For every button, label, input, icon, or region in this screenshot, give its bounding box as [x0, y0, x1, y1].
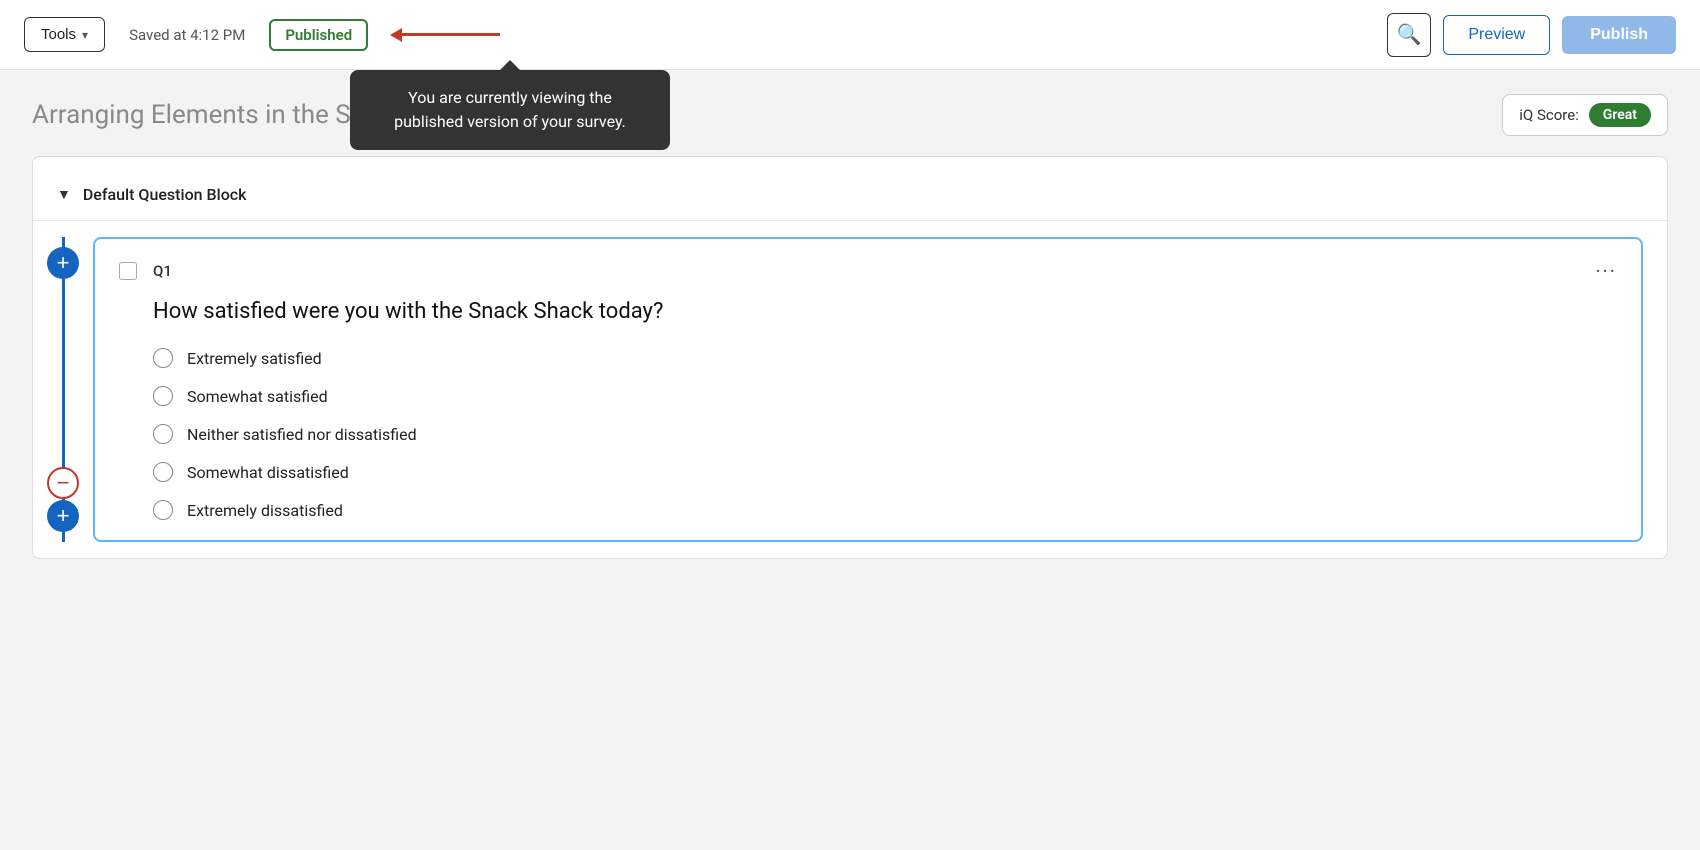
main-content: Arranging Elements in the Survey Flow iQ… — [0, 70, 1700, 583]
option-label: Somewhat dissatisfied — [187, 463, 349, 482]
question-area: + − + Q1 ··· How satisfied wer — [33, 237, 1667, 542]
more-options-button[interactable]: ··· — [1595, 259, 1617, 283]
preview-button[interactable]: Preview — [1443, 15, 1550, 55]
iq-score-label: iQ Score: — [1519, 106, 1579, 124]
option-label: Extremely dissatisfied — [187, 501, 343, 520]
chevron-down-icon: ▼ — [57, 186, 71, 203]
left-sidebar: + − + — [43, 237, 83, 542]
arrow-line — [400, 33, 500, 36]
radio-option[interactable] — [153, 348, 173, 368]
options-list: Extremely satisfied Somewhat satisfied Nei… — [119, 348, 1617, 520]
option-label: Somewhat satisfied — [187, 387, 328, 406]
search-icon: 🔍 — [1397, 22, 1422, 47]
tooltip-wrapper: You are currently viewing the published … — [350, 70, 670, 150]
remove-block-button[interactable]: − — [47, 467, 79, 499]
tools-label: Tools — [41, 26, 76, 43]
chevron-down-icon: ▾ — [82, 28, 88, 42]
question-card-left: Q1 — [119, 262, 172, 280]
list-item: Neither satisfied nor dissatisfied — [153, 424, 1617, 444]
plus-bottom-icon: + — [57, 503, 70, 529]
topbar-right: 🔍 Preview Publish — [1387, 13, 1676, 57]
iq-score-badge: Great — [1589, 103, 1651, 127]
iq-score-container: iQ Score: Great — [1502, 94, 1668, 136]
publish-button[interactable]: Publish — [1562, 16, 1676, 54]
radio-option[interactable] — [153, 386, 173, 406]
saved-text: Saved at 4:12 PM — [129, 26, 245, 44]
search-button[interactable]: 🔍 — [1387, 13, 1431, 57]
question-card-header: Q1 ··· — [119, 259, 1617, 283]
block-title: Default Question Block — [83, 185, 247, 204]
question-id: Q1 — [153, 262, 172, 280]
builder-card: ▼ Default Question Block + − + — [32, 156, 1668, 559]
block-header: ▼ Default Question Block — [33, 185, 1667, 221]
option-label: Extremely satisfied — [187, 349, 322, 368]
tooltip-box: You are currently viewing the published … — [350, 70, 670, 150]
list-item: Somewhat dissatisfied — [153, 462, 1617, 482]
radio-option[interactable] — [153, 424, 173, 444]
radio-option[interactable] — [153, 462, 173, 482]
list-item: Somewhat satisfied — [153, 386, 1617, 406]
question-checkbox[interactable] — [119, 262, 137, 280]
option-label: Neither satisfied nor dissatisfied — [187, 425, 417, 444]
topbar: Tools ▾ Saved at 4:12 PM Published 🔍 Pre… — [0, 0, 1700, 70]
question-text: How satisfied were you with the Snack Sh… — [119, 299, 1617, 324]
arrow-indicator — [400, 33, 500, 36]
list-item: Extremely dissatisfied — [153, 500, 1617, 520]
plus-icon: + — [57, 250, 70, 276]
tools-button[interactable]: Tools ▾ — [24, 17, 105, 52]
add-block-bottom-button[interactable]: + — [47, 500, 79, 532]
add-block-button[interactable]: + — [47, 247, 79, 279]
question-card: Q1 ··· How satisfied were you with the S… — [93, 237, 1643, 542]
tooltip-text: You are currently viewing the published … — [394, 88, 626, 131]
published-badge[interactable]: Published — [269, 19, 368, 51]
radio-option[interactable] — [153, 500, 173, 520]
topbar-left: Tools ▾ Saved at 4:12 PM Published — [24, 17, 1387, 52]
list-item: Extremely satisfied — [153, 348, 1617, 368]
minus-icon: − — [57, 472, 70, 494]
survey-title-row: Arranging Elements in the Survey Flow iQ… — [32, 94, 1668, 136]
